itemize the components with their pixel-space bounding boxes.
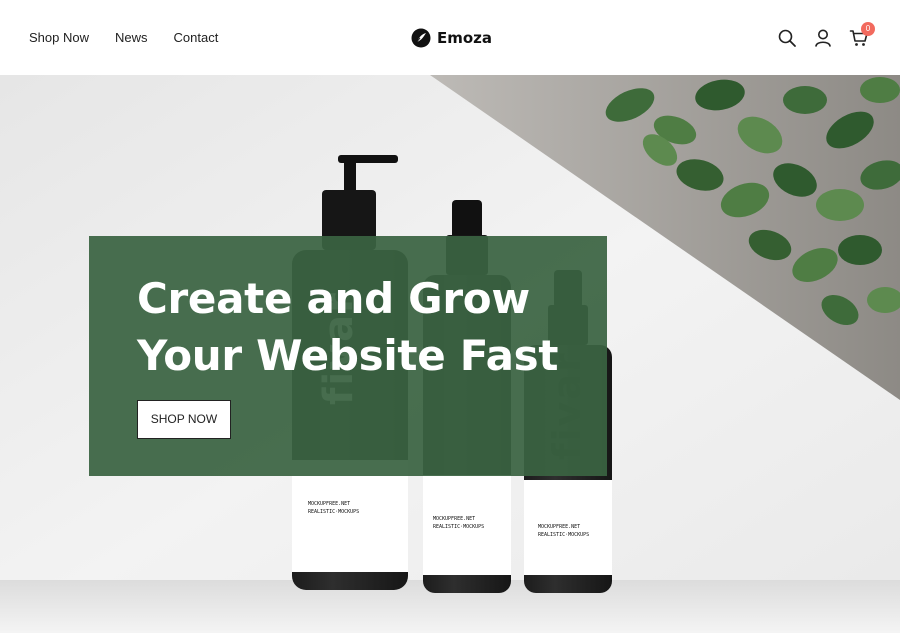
main-nav: Shop Now News Contact <box>29 30 244 45</box>
logo-mark-icon <box>411 28 431 48</box>
hero-headline: Create and Grow Your Website Fast <box>137 270 597 384</box>
user-icon[interactable] <box>813 28 833 48</box>
cart-button[interactable]: 0 <box>849 22 875 48</box>
hero-headline-line-1: Create and Grow <box>137 274 530 323</box>
nav-link-shop-now[interactable]: Shop Now <box>29 30 89 45</box>
search-icon[interactable] <box>777 28 797 48</box>
bottle-1-label: MOCKUPFREE.NET REALISTIC·MOCKUPS <box>308 501 360 515</box>
site-header: Shop Now News Contact Emoza 0 <box>0 0 900 75</box>
shop-now-button[interactable]: SHOP NOW <box>137 400 231 439</box>
nav-link-news[interactable]: News <box>115 30 148 45</box>
hero-headline-line-2: Your Website Fast <box>137 331 559 380</box>
hero-overlay-card: Create and Grow Your Website Fast SHOP N… <box>89 236 607 476</box>
hero-banner: fivar fivar MOCKUPFREE.NET REALISTIC·MOC… <box>0 75 900 633</box>
cart-count-badge: 0 <box>861 22 875 36</box>
site-logo[interactable]: Emoza <box>411 28 492 48</box>
header-actions: 0 <box>777 22 875 48</box>
nav-link-contact[interactable]: Contact <box>174 30 219 45</box>
logo-text: Emoza <box>437 29 493 47</box>
bottle-2-label: MOCKUPFREE.NET REALISTIC·MOCKUPS <box>433 516 485 530</box>
bottle-3-label: MOCKUPFREE.NET REALISTIC·MOCKUPS <box>538 524 590 538</box>
